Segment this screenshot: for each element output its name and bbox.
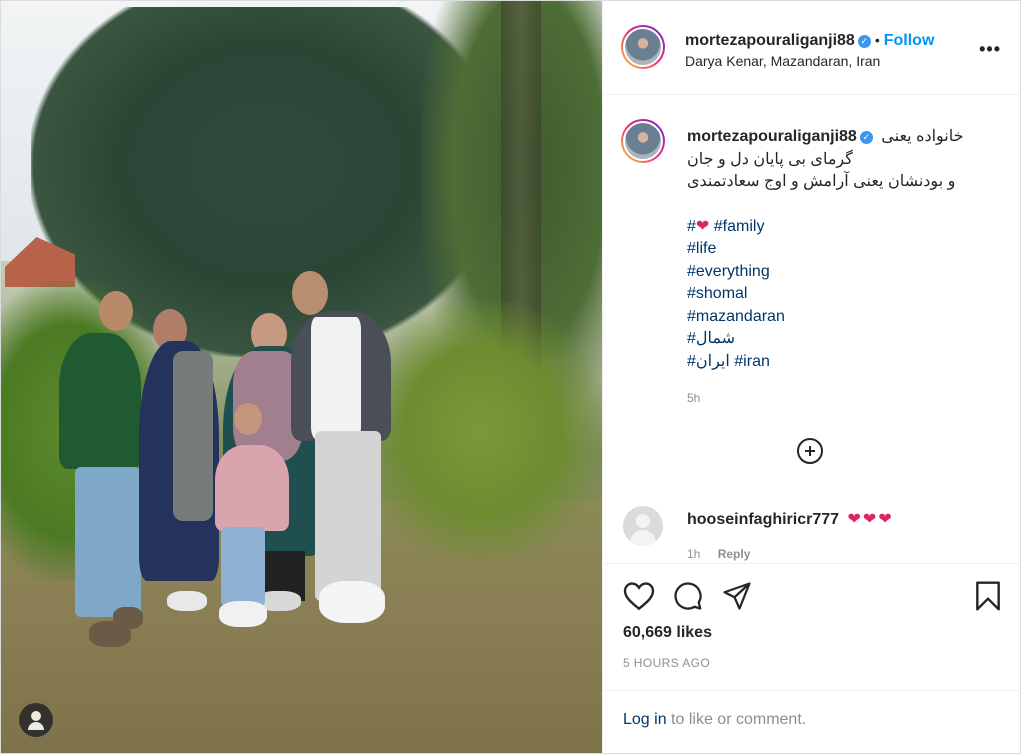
post-side-panel: mortezapouraliganji88 ✓ • Follow Darya Kena…	[602, 1, 1021, 753]
hashtag-line: #شمال	[687, 328, 997, 351]
load-more-comments-icon[interactable]	[797, 438, 823, 464]
reply-button[interactable]: Reply	[718, 547, 751, 561]
hashtag[interactable]: #شمال	[687, 330, 735, 347]
hashtag[interactable]: #life	[687, 240, 716, 257]
login-link[interactable]: Log in	[623, 711, 667, 728]
hashtag[interactable]: #shomal	[687, 285, 747, 302]
author-username[interactable]: mortezapouraliganji88	[685, 32, 855, 49]
comment-text: ❤❤❤	[847, 511, 894, 528]
caption-line-1: خانواده یعنی	[881, 128, 964, 145]
hashtag-line: #ایران #iran	[687, 351, 997, 374]
caption: mortezapouraliganji88 ✓ خانواده یعنی گرما…	[687, 126, 997, 410]
user-tag-icon[interactable]	[19, 703, 53, 737]
caption-line-2: گرمای بی پایان دل و جان	[687, 150, 853, 168]
more-options-icon[interactable]: •••	[979, 39, 1001, 60]
likes-count[interactable]: 60,669 likes	[623, 624, 712, 642]
post-location[interactable]: Darya Kenar, Mazandaran, Iran	[685, 53, 880, 69]
post-header: mortezapouraliganji88 ✓ • Follow Darya Kena…	[603, 1, 1021, 95]
bookmark-icon[interactable]	[973, 580, 1003, 612]
hashtag-line: #life	[687, 238, 997, 261]
follow-button[interactable]: Follow	[884, 32, 935, 49]
post-actions: 60,669 likes 5 HOURS AGO Log in to like …	[603, 563, 1021, 754]
hashtag[interactable]: #iran	[734, 353, 770, 370]
comments-area: mortezapouraliganji88 ✓ خانواده یعنی گرما…	[603, 95, 1021, 563]
caption-username[interactable]: mortezapouraliganji88	[687, 128, 857, 145]
author-avatar[interactable]	[621, 25, 665, 69]
post-photo[interactable]	[1, 1, 602, 753]
comment: hooseinfaghiricr777 ❤❤❤	[687, 509, 894, 529]
header-title-row: mortezapouraliganji88 ✓ • Follow	[685, 32, 934, 50]
caption-time[interactable]: 5h	[687, 387, 997, 410]
caption-line-3: و بودنشان یعنی آرامش و اوج سعادتمندی	[687, 173, 956, 190]
post-container: mortezapouraliganji88 ✓ • Follow Darya Kena…	[0, 0, 1021, 754]
share-icon[interactable]	[721, 581, 753, 611]
post-timestamp[interactable]: 5 HOURS AGO	[623, 656, 710, 670]
caption-avatar[interactable]	[621, 119, 665, 163]
separator-dot: •	[874, 32, 880, 48]
commenter-username[interactable]: hooseinfaghiricr777	[687, 511, 839, 528]
hashtag-line: #everything	[687, 261, 997, 284]
heart-emoji: ❤	[695, 217, 710, 235]
hashtag[interactable]: #mazandaran	[687, 308, 785, 325]
verified-badge-icon: ✓	[857, 35, 871, 48]
heart-icon[interactable]	[623, 581, 655, 611]
hashtag-line: #shomal	[687, 283, 997, 306]
hashtag[interactable]: #	[687, 218, 696, 235]
commenter-avatar[interactable]	[623, 506, 663, 546]
comment-icon[interactable]	[672, 581, 704, 611]
verified-badge-icon: ✓	[859, 131, 873, 144]
login-prompt: Log in to like or comment.	[603, 690, 1021, 755]
hashtag[interactable]: #everything	[687, 263, 770, 280]
hashtag[interactable]: #family	[714, 218, 765, 235]
hashtag-line: #❤ #family	[687, 216, 997, 239]
comment-meta: 1h Reply	[687, 547, 750, 561]
login-prompt-text: to like or comment.	[671, 711, 807, 728]
hashtag-line: #mazandaran	[687, 306, 997, 329]
photo-bush-right	[361, 301, 602, 561]
comment-time[interactable]: 1h	[687, 547, 700, 561]
hashtag[interactable]: #ایران	[687, 353, 730, 370]
